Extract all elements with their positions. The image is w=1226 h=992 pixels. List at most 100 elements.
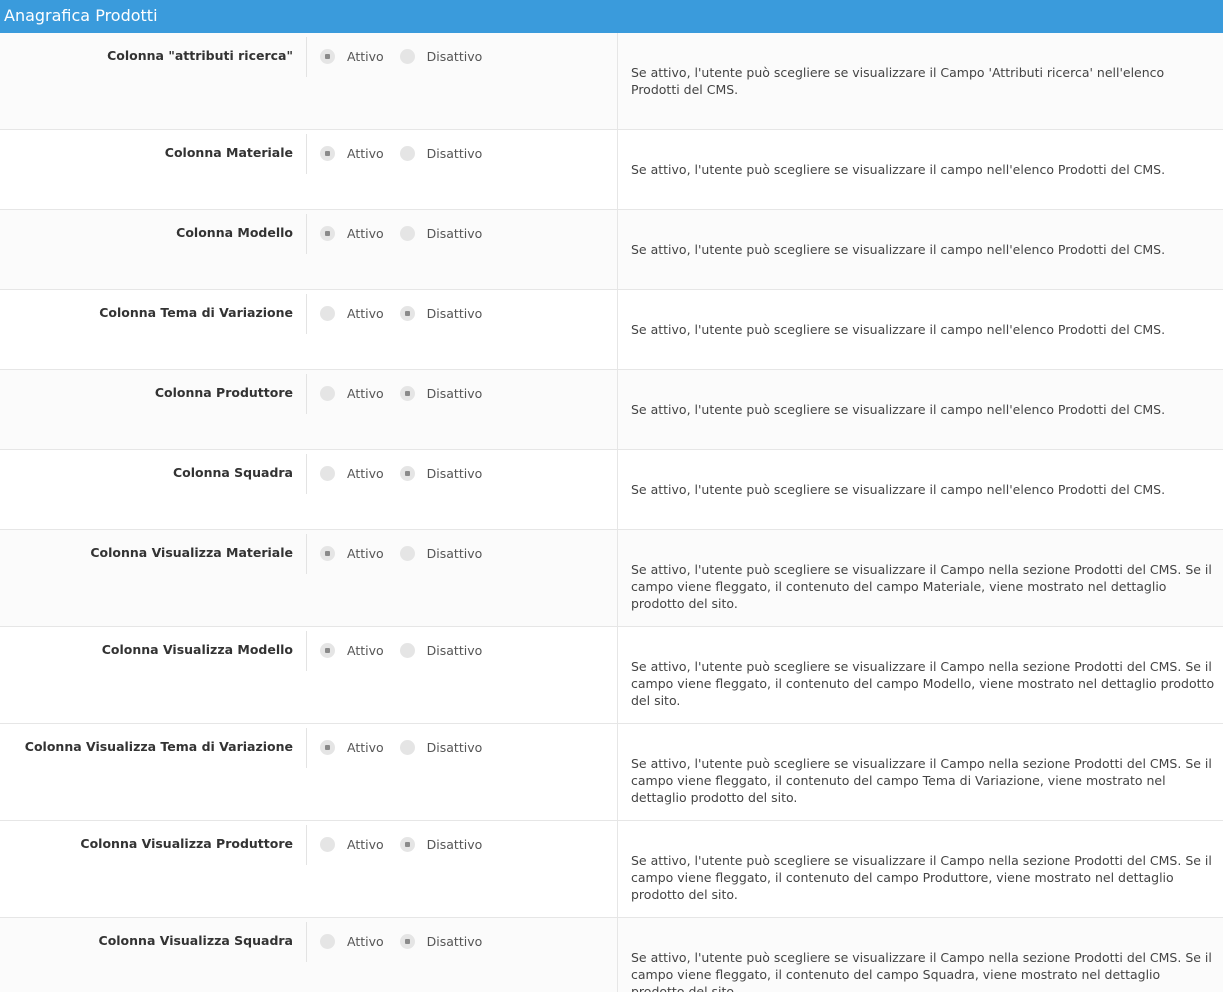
radio-attivo[interactable] bbox=[320, 642, 335, 658]
setting-label: Colonna Visualizza Squadra bbox=[98, 933, 293, 948]
column-divider bbox=[617, 724, 618, 820]
label-divider bbox=[306, 922, 307, 962]
radio-disattivo[interactable] bbox=[399, 385, 415, 401]
radio-option-attivo[interactable]: Attivo bbox=[320, 836, 384, 852]
radio-option-disattivo[interactable]: Disattivo bbox=[399, 836, 483, 852]
setting-row: Colonna Visualizza Squadra Attivo Disattiv… bbox=[0, 918, 1223, 992]
radio-option-attivo[interactable]: Attivo bbox=[320, 145, 384, 161]
setting-description: Se attivo, l'utente può scegliere se vis… bbox=[631, 65, 1165, 97]
setting-row: Colonna Visualizza Tema di Variazione Att… bbox=[0, 724, 1223, 821]
radio-option-disattivo[interactable]: Disattivo bbox=[399, 545, 483, 561]
label-divider bbox=[306, 134, 307, 174]
label-divider bbox=[306, 294, 307, 334]
section-header: Anagrafica Prodotti bbox=[0, 0, 1223, 33]
label-divider bbox=[306, 631, 307, 671]
radio-label-disattivo: Disattivo bbox=[426, 933, 483, 949]
radio-label-disattivo: Disattivo bbox=[426, 545, 483, 561]
column-divider bbox=[617, 821, 618, 917]
radio-option-disattivo[interactable]: Disattivo bbox=[399, 225, 482, 241]
radio-label-attivo: Attivo bbox=[347, 545, 384, 561]
radio-option-disattivo[interactable]: Disattivo bbox=[399, 305, 482, 321]
setting-description: Se attivo, l'utente può scegliere se vis… bbox=[631, 242, 1166, 257]
radio-disattivo[interactable] bbox=[399, 642, 415, 658]
setting-description: Se attivo, l'utente può scegliere se vis… bbox=[631, 659, 1215, 708]
setting-row: Colonna Squadra Attivo Disattivo Se attivo,… bbox=[0, 450, 1223, 530]
radio-option-disattivo[interactable]: Disattivo bbox=[399, 465, 482, 481]
radio-group: Attivo Disattivo bbox=[320, 932, 498, 950]
setting-label: Colonna Visualizza Modello bbox=[101, 642, 293, 657]
radio-disattivo[interactable] bbox=[399, 545, 415, 561]
setting-label: Colonna Modello bbox=[176, 225, 293, 240]
setting-row: Colonna Materiale Attivo Disattivo Se attiv… bbox=[0, 130, 1223, 210]
setting-description: Se attivo, l'utente può scegliere se vis… bbox=[631, 950, 1212, 992]
setting-description: Se attivo, l'utente può scegliere se vis… bbox=[631, 756, 1212, 805]
radio-option-disattivo[interactable]: Disattivo bbox=[399, 933, 483, 949]
setting-label: Colonna Visualizza Produttore bbox=[80, 836, 293, 851]
radio-label-attivo: Attivo bbox=[347, 933, 384, 949]
setting-row: Colonna "attributi ricerca" Attivo Disatti… bbox=[0, 33, 1223, 130]
radio-disattivo[interactable] bbox=[399, 933, 415, 949]
radio-attivo[interactable] bbox=[320, 48, 335, 64]
radio-attivo[interactable] bbox=[320, 836, 335, 852]
setting-row: Colonna Visualizza Modello Attivo Disattiv… bbox=[0, 627, 1223, 724]
radio-option-disattivo[interactable]: Disattivo bbox=[399, 739, 482, 755]
radio-attivo[interactable] bbox=[320, 385, 335, 401]
radio-group: Attivo Disattivo bbox=[320, 304, 498, 322]
radio-option-attivo[interactable]: Attivo bbox=[320, 385, 384, 401]
radio-attivo[interactable] bbox=[320, 545, 335, 561]
radio-option-attivo[interactable]: Attivo bbox=[320, 225, 384, 241]
radio-disattivo[interactable] bbox=[399, 48, 415, 64]
setting-label: Colonna Visualizza Materiale bbox=[90, 545, 293, 560]
radio-label-attivo: Attivo bbox=[347, 836, 384, 852]
column-divider bbox=[617, 210, 618, 289]
setting-label: Colonna Squadra bbox=[172, 465, 293, 480]
radio-label-attivo: Attivo bbox=[347, 385, 384, 401]
radio-disattivo[interactable] bbox=[399, 145, 415, 161]
label-divider bbox=[306, 374, 307, 414]
radio-option-disattivo[interactable]: Disattivo bbox=[399, 145, 482, 161]
radio-option-disattivo[interactable]: Disattivo bbox=[399, 385, 482, 401]
radio-label-attivo: Attivo bbox=[347, 225, 384, 241]
radio-option-attivo[interactable]: Attivo bbox=[320, 933, 384, 949]
radio-disattivo[interactable] bbox=[399, 305, 415, 321]
setting-row: Colonna Visualizza Produttore Attivo Disat… bbox=[0, 821, 1223, 918]
radio-option-attivo[interactable]: Attivo bbox=[320, 642, 384, 658]
radio-disattivo[interactable] bbox=[399, 836, 415, 852]
radio-label-attivo: Attivo bbox=[347, 305, 384, 321]
section-title: Anagrafica Prodotti bbox=[4, 6, 158, 25]
radio-group: Attivo Disattivo bbox=[320, 641, 498, 659]
setting-description: Se attivo, l'utente può scegliere se vis… bbox=[631, 562, 1212, 611]
setting-label: Colonna Tema di Variazione bbox=[99, 305, 293, 320]
radio-attivo[interactable] bbox=[320, 933, 335, 949]
setting-description: Se attivo, l'utente può scegliere se vis… bbox=[631, 162, 1166, 177]
radio-disattivo[interactable] bbox=[399, 739, 415, 755]
setting-description: Se attivo, l'utente può scegliere se vis… bbox=[631, 482, 1166, 497]
radio-option-disattivo[interactable]: Disattivo bbox=[399, 642, 483, 658]
radio-label-disattivo: Disattivo bbox=[426, 836, 483, 852]
label-divider bbox=[306, 37, 307, 77]
setting-row: Colonna Produttore Attivo Disattivo Se atti… bbox=[0, 370, 1223, 450]
radio-option-attivo[interactable]: Attivo bbox=[320, 305, 384, 321]
radio-attivo[interactable] bbox=[320, 739, 335, 755]
label-divider bbox=[306, 454, 307, 494]
column-divider bbox=[617, 130, 618, 209]
radio-attivo[interactable] bbox=[320, 465, 335, 481]
radio-attivo[interactable] bbox=[320, 225, 335, 241]
radio-disattivo[interactable] bbox=[399, 225, 415, 241]
radio-option-attivo[interactable]: Attivo bbox=[320, 48, 384, 64]
radio-disattivo[interactable] bbox=[399, 465, 415, 481]
radio-label-disattivo: Disattivo bbox=[426, 642, 483, 658]
column-divider bbox=[617, 918, 618, 992]
setting-description: Se attivo, l'utente può scegliere se vis… bbox=[631, 402, 1166, 417]
radio-option-disattivo[interactable]: Disattivo bbox=[399, 48, 482, 64]
label-divider bbox=[306, 728, 307, 768]
radio-option-attivo[interactable]: Attivo bbox=[320, 739, 384, 755]
radio-attivo[interactable] bbox=[320, 305, 335, 321]
radio-label-attivo: Attivo bbox=[347, 465, 384, 481]
radio-label-attivo: Attivo bbox=[347, 48, 384, 64]
radio-attivo[interactable] bbox=[320, 145, 335, 161]
setting-label: Colonna "attributi ricerca" bbox=[107, 48, 293, 63]
radio-option-attivo[interactable]: Attivo bbox=[320, 465, 384, 481]
radio-label-attivo: Attivo bbox=[347, 145, 384, 161]
radio-option-attivo[interactable]: Attivo bbox=[320, 545, 384, 561]
